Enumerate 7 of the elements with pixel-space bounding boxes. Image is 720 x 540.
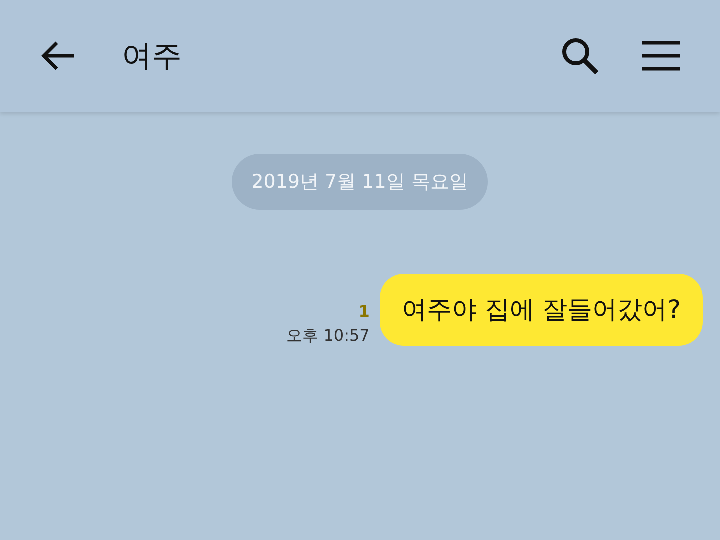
menu-icon[interactable]	[642, 40, 680, 72]
search-icon[interactable]	[560, 36, 600, 76]
unread-count: 1	[358, 304, 370, 320]
message-time: 오후 10:57	[286, 328, 370, 344]
chat-title: 여주	[122, 38, 182, 76]
back-arrow-icon[interactable]	[40, 40, 76, 72]
message-bubble: 여주야 집에 잘들어갔어?	[380, 274, 703, 346]
